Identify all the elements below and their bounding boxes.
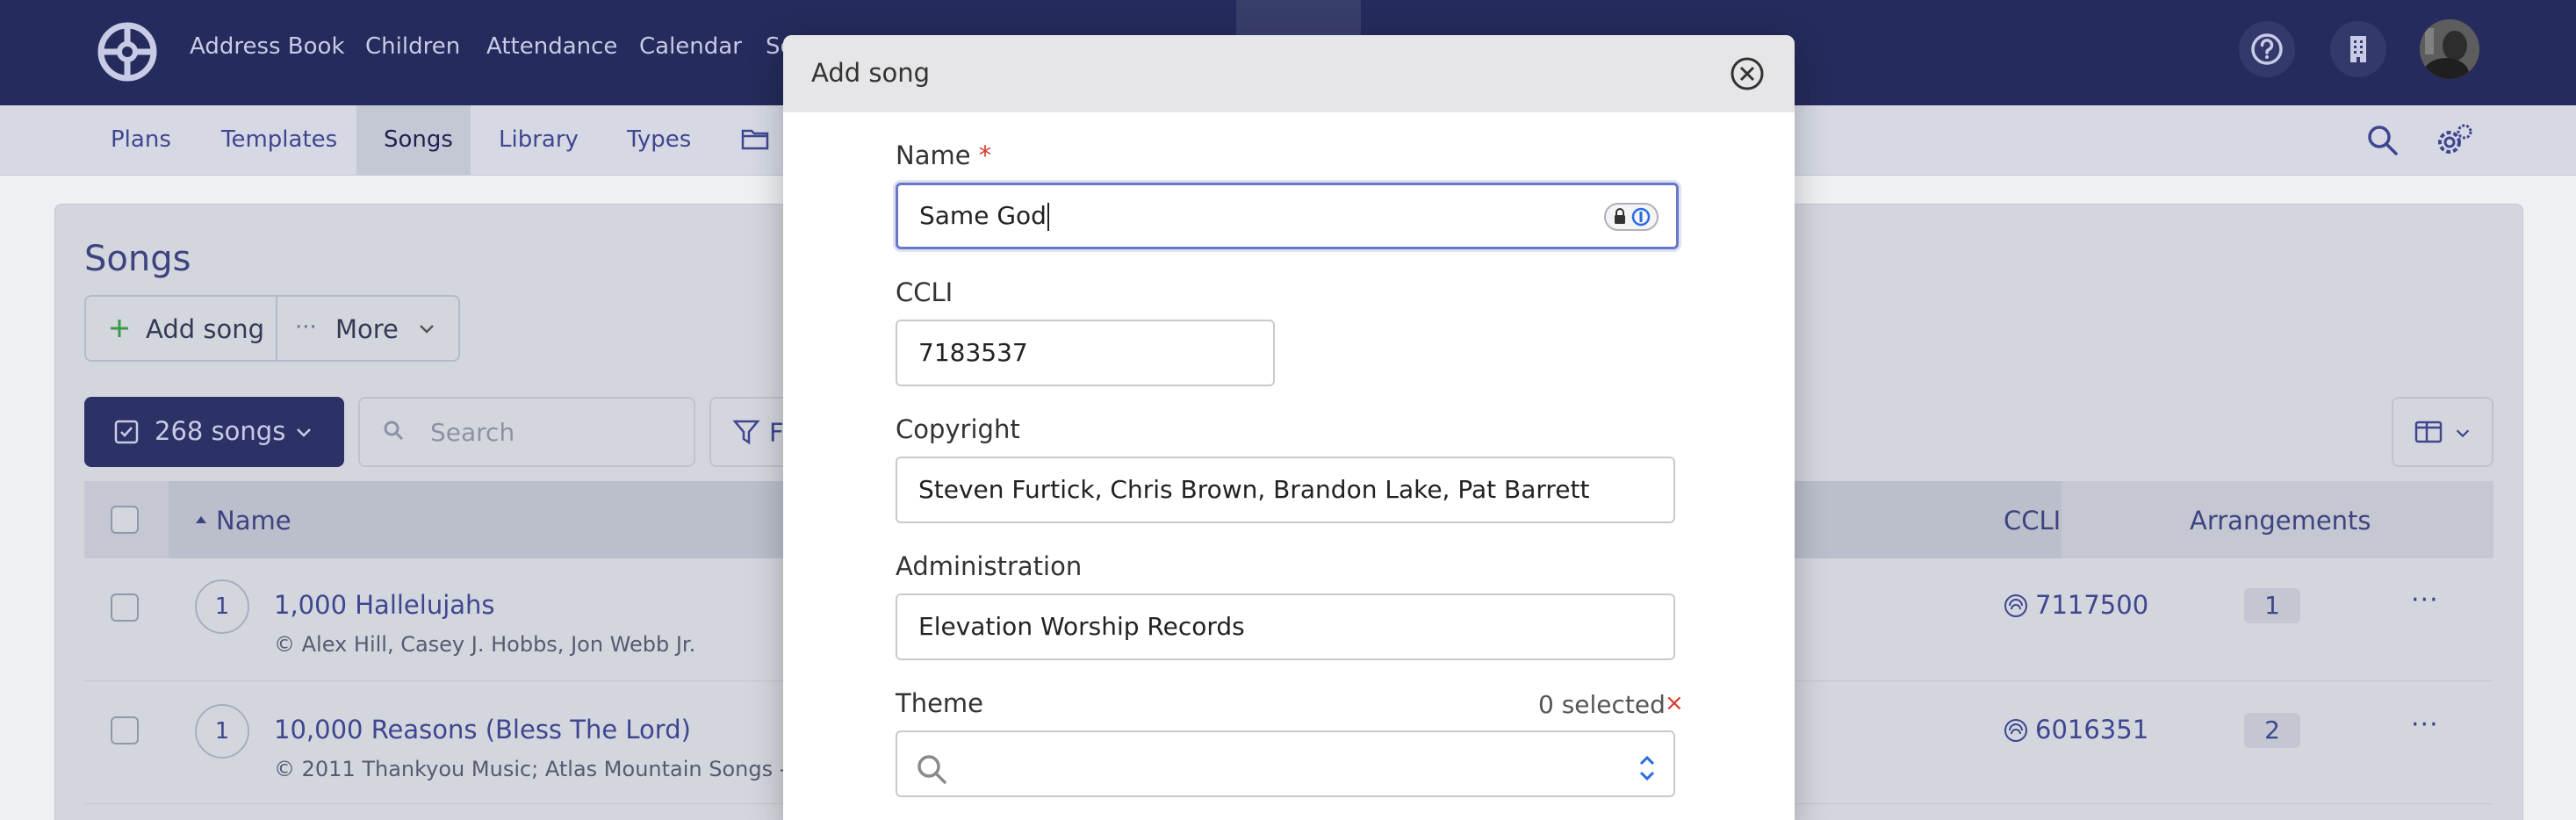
select-updown-icon <box>1637 746 1658 795</box>
songs-actions-group: Add song ··· More <box>84 295 460 362</box>
nav-attendance[interactable]: Attendance <box>486 33 617 60</box>
tab-templates[interactable]: Templates <box>221 126 337 153</box>
more-button[interactable]: More <box>335 314 399 344</box>
help-icon <box>2251 33 2283 65</box>
song-ccli-number[interactable]: 6016351 <box>2035 715 2148 744</box>
song-copyright: © 2011 Thankyou Music; Atlas Mountain So… <box>274 757 835 781</box>
name-input-value: Same God <box>919 201 1047 230</box>
row-checkbox[interactable] <box>111 716 139 744</box>
settings-gear-icon[interactable] <box>2434 121 2474 163</box>
required-indicator: * <box>978 140 992 170</box>
modal-header: Add song <box>783 35 1795 112</box>
ccli-field-label: CCLI <box>896 277 953 307</box>
tab-songs[interactable]: Songs <box>384 126 453 153</box>
close-icon[interactable] <box>1730 56 1765 91</box>
divider <box>276 297 277 360</box>
theme-field-label: Theme <box>896 688 984 718</box>
nav-children[interactable]: Children <box>365 33 460 60</box>
theme-select[interactable] <box>896 730 1675 797</box>
search-icon <box>383 420 406 446</box>
add-song-button[interactable]: Add song <box>146 314 264 344</box>
columns-button[interactable] <box>2392 397 2493 467</box>
columns-icon <box>2414 420 2443 448</box>
song-ccli-number[interactable]: 7117500 <box>2035 590 2148 620</box>
song-copyright: © Alex Hill, Casey J. Hobbs, Jon Webb Jr… <box>274 632 696 657</box>
name-label-text: Name <box>896 140 971 170</box>
ccli-icon <box>2004 718 2028 746</box>
chevron-down-icon <box>416 318 437 342</box>
row-actions-icon[interactable]: ··· <box>2411 585 2439 615</box>
ccli-icon <box>2004 593 2028 622</box>
column-arrangements-label[interactable]: Arrangements <box>2190 506 2371 536</box>
arrangements-count: 2 <box>2244 713 2300 748</box>
tab-library[interactable]: Library <box>499 126 579 153</box>
tab-plans[interactable]: Plans <box>111 126 171 153</box>
nav-active-indicator <box>1236 0 1361 35</box>
row-checkbox[interactable] <box>111 593 139 622</box>
theme-selected-count: 0 selected <box>1538 690 1666 719</box>
search-icon <box>915 748 950 795</box>
text-caret <box>1047 203 1049 231</box>
plus-icon <box>109 313 130 348</box>
row-actions-icon[interactable]: ··· <box>2411 709 2439 740</box>
copyright-input[interactable]: Steven Furtick, Chris Brown, Brandon Lak… <box>896 457 1675 523</box>
name-field-label: Name * <box>896 140 991 170</box>
add-song-modal: Add song Name * Same God CCLI 7183537 Co… <box>783 35 1795 820</box>
column-ccli-label[interactable]: CCLI <box>2004 506 2061 536</box>
column-name-label: Name <box>216 506 291 536</box>
song-count-label: 268 songs <box>155 416 286 446</box>
chevron-down-icon <box>2453 423 2472 446</box>
ellipsis-icon: ··· <box>295 314 317 341</box>
theme-clear-button[interactable]: × <box>1665 690 1684 716</box>
select-all-checkbox[interactable] <box>111 506 139 534</box>
songs-search-input[interactable]: Search <box>358 397 695 467</box>
password-manager-icon[interactable] <box>1604 203 1659 231</box>
song-title-link[interactable]: 1,000 Hallelujahs <box>274 590 495 620</box>
copyright-field-label: Copyright <box>896 414 1020 444</box>
song-number-badge: 1 <box>195 579 249 634</box>
sort-ascending-icon <box>195 511 207 528</box>
nav-calendar[interactable]: Calendar <box>639 33 742 60</box>
organization-button[interactable] <box>2330 21 2386 77</box>
tab-types[interactable]: Types <box>627 126 691 153</box>
nav-address-book[interactable]: Address Book <box>190 33 345 60</box>
building-icon <box>2350 36 2366 62</box>
modal-title: Add song <box>811 58 931 88</box>
app-logo-icon[interactable] <box>97 21 158 83</box>
song-number-badge: 1 <box>195 704 249 759</box>
page-title: Songs <box>84 239 191 279</box>
checkbox-icon <box>114 420 139 448</box>
select-songs-dropdown[interactable]: 268 songs <box>84 397 344 467</box>
song-title-link[interactable]: 10,000 Reasons (Bless The Lord) <box>274 715 691 744</box>
search-placeholder: Search <box>430 418 515 447</box>
help-button[interactable] <box>2239 21 2295 77</box>
arrangements-count: 1 <box>2244 588 2300 623</box>
name-input[interactable]: Same God <box>896 183 1679 249</box>
search-icon[interactable] <box>2365 123 2400 162</box>
administration-field-label: Administration <box>896 551 1083 581</box>
ccli-input[interactable]: 7183537 <box>896 320 1275 386</box>
folder-icon[interactable] <box>741 126 769 155</box>
administration-input[interactable]: Elevation Worship Records <box>896 593 1675 660</box>
avatar[interactable] <box>2420 19 2479 79</box>
chevron-down-icon <box>293 421 314 446</box>
filter-icon <box>732 418 760 450</box>
